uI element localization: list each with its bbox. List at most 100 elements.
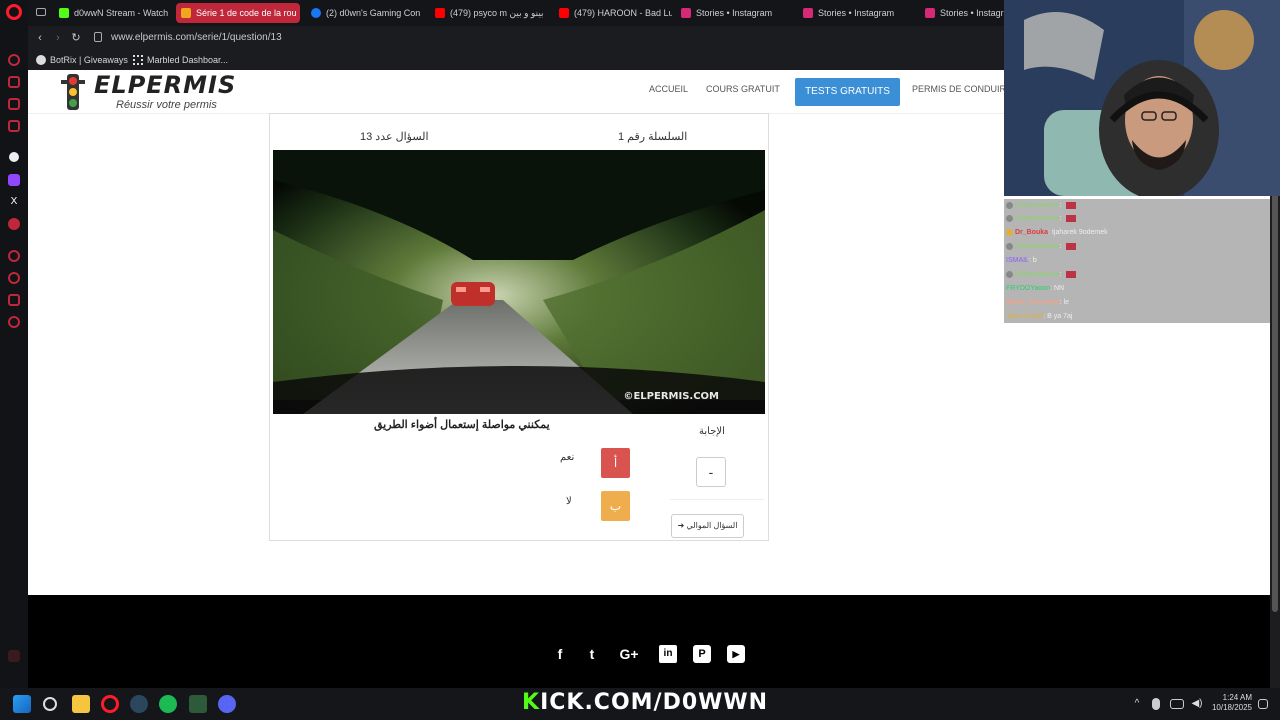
- discord-icon[interactable]: [218, 695, 236, 713]
- steam-icon[interactable]: [130, 695, 148, 713]
- opera-gx-icon[interactable]: [101, 695, 119, 713]
- desktop-screen: X d0wwN Stream - Watch Série 1 de code d…: [0, 0, 1280, 720]
- chevron-up-icon[interactable]: ^: [1128, 695, 1146, 713]
- opera-sidebar: X: [0, 0, 28, 688]
- forward-icon[interactable]: ›: [50, 30, 66, 46]
- facebook-icon[interactable]: f: [551, 645, 569, 663]
- kick-k-letter: K: [522, 690, 541, 715]
- bookmark-label: BotRix | Giveaways: [50, 55, 128, 65]
- twitter-icon[interactable]: t: [583, 645, 601, 663]
- next-question-label: السؤال الموالي: [686, 521, 738, 530]
- tab-instagram-2[interactable]: Stories • Instagram: [798, 3, 916, 23]
- user-badge-icon: [1006, 214, 1013, 222]
- tab-label: (2) d0wn's Gaming Con: [326, 8, 421, 18]
- option-a-button[interactable]: أ: [601, 448, 630, 478]
- emote-icon: [1066, 270, 1077, 278]
- pinboard-icon[interactable]: [8, 294, 20, 306]
- chat-message: chikampawlou:: [1006, 268, 1077, 281]
- chat-text: b: [1032, 257, 1037, 264]
- image-watermark: ©ELPERMIS.COM: [623, 391, 719, 402]
- botrix-icon: [36, 55, 46, 65]
- settings-icon[interactable]: [8, 316, 20, 328]
- opera-logo-icon[interactable]: [6, 4, 22, 20]
- youtube-music-icon[interactable]: [8, 218, 20, 230]
- reload-icon[interactable]: ↻: [68, 30, 84, 46]
- tab-facebook[interactable]: (2) d0wn's Gaming Con: [306, 3, 424, 23]
- tab-label: Stories • Instagra: [940, 8, 1004, 18]
- volume-icon[interactable]: ◀): [1188, 695, 1206, 713]
- google-plus-icon[interactable]: G+: [617, 645, 641, 663]
- tab-instagram-1[interactable]: Stories • Instagram: [676, 3, 794, 23]
- clock-time: 1:24 AM: [1222, 693, 1252, 702]
- tab-instagram-3[interactable]: Stories • Instagra: [920, 3, 1004, 23]
- tab-youtube-2[interactable]: (479) HAROON - Bad Lu: [554, 3, 672, 23]
- chat-message: chikampawlou:: [1006, 212, 1077, 225]
- search-icon[interactable]: [43, 697, 57, 711]
- question-image: ©ELPERMIS.COM: [273, 150, 765, 414]
- chat-message: YpaLm7aarl: B ya 7aj: [1006, 313, 1073, 320]
- file-explorer-icon[interactable]: [72, 695, 90, 713]
- question-text: يمكنني مواصلة إستعمال أضواء الطريق: [374, 419, 550, 431]
- network-icon[interactable]: [1170, 699, 1184, 709]
- twitch-icon[interactable]: [8, 174, 20, 186]
- ai-assistant-icon[interactable]: [9, 152, 19, 162]
- chat-username: chikampawlou: [1015, 271, 1060, 278]
- nav-cours-gratuit[interactable]: COURS GRATUIT: [706, 84, 780, 94]
- divider: [670, 499, 764, 500]
- tab-label: (479) HAROON - Bad Lu: [574, 8, 672, 18]
- chat-username: chikampawlou: [1015, 243, 1060, 250]
- traffic-light-icon: [181, 8, 191, 18]
- youtube-icon[interactable]: ▶: [727, 645, 745, 663]
- tab-kick-stream[interactable]: d0wwN Stream - Watch: [54, 3, 172, 23]
- bookmark-marbled[interactable]: Marbled Dashboar...: [133, 53, 228, 67]
- series-number: السلسلة رقم 1: [618, 131, 688, 143]
- user-badge-icon: [1006, 242, 1013, 250]
- site-logo[interactable]: ELPERMIS: [94, 71, 236, 99]
- site-footer: f t G+ in P ▶: [28, 595, 1270, 688]
- nav-accueil[interactable]: ACCUEIL: [649, 84, 688, 94]
- night-road-illustration: [273, 150, 765, 414]
- arrow-right-circle-icon: ➜: [677, 521, 687, 530]
- url-field[interactable]: www.elpermis.com/serie/1/question/13: [111, 32, 282, 43]
- chat-text: B ya 7aj: [1047, 313, 1073, 320]
- tab-label: Stories • Instagram: [696, 8, 773, 18]
- messenger-icon[interactable]: [8, 120, 20, 132]
- notification-icon[interactable]: [1258, 699, 1268, 709]
- quiz-card: السؤال عدد 13 السلسلة رقم 1 ©ELPERMIS.CO…: [269, 113, 769, 541]
- traffic-light-logo-icon[interactable]: [58, 72, 88, 112]
- nav-tests-gratuits[interactable]: TESTS GRATUITS: [795, 78, 900, 106]
- clock-icon[interactable]: [8, 250, 20, 262]
- linkedin-icon[interactable]: in: [659, 645, 677, 663]
- tab-youtube-1[interactable]: (479) psyco m بينو و بين: [430, 3, 548, 23]
- system-clock[interactable]: 1:24 AM 10/18/2025: [1212, 693, 1252, 713]
- spotify-icon[interactable]: [159, 695, 177, 713]
- grid-icon: [133, 55, 143, 65]
- recent-icon[interactable]: [8, 272, 20, 284]
- windows-start-icon[interactable]: [13, 695, 31, 713]
- nav-permis-de-conduire[interactable]: PERMIS DE CONDUIRE: [912, 84, 1012, 94]
- windows-taskbar: KICK.COM/D0WWN ^ ◀) 1:24 AM 10/18/2025: [0, 688, 1280, 720]
- next-question-button[interactable]: ➜ السؤال الموالي: [671, 514, 744, 538]
- chat-username: Alpha_Chernobyl: [1006, 299, 1060, 306]
- tab-elpermis[interactable]: Série 1 de code de la rou: [176, 3, 300, 23]
- option-a-label: نعم: [560, 452, 575, 463]
- back-icon[interactable]: ‹: [32, 30, 48, 46]
- pinterest-icon[interactable]: P: [693, 645, 711, 663]
- option-b-button[interactable]: ب: [601, 491, 630, 521]
- chat-username: chikampawlou: [1015, 215, 1060, 222]
- history-icon[interactable]: [8, 54, 20, 66]
- extensions-icon[interactable]: [8, 76, 20, 88]
- stream-chat-overlay: chikampawlou: chikampawlou: Dr_Bouka: tj…: [1004, 199, 1270, 323]
- user-badge-icon: [1006, 228, 1013, 236]
- microphone-icon[interactable]: [1152, 698, 1160, 710]
- x-icon[interactable]: X: [8, 196, 20, 208]
- kick-url-text: ICK.COM/D0WWN: [540, 690, 769, 715]
- tab-overview-icon[interactable]: [36, 8, 46, 16]
- gx-icon[interactable]: [8, 650, 20, 662]
- bookmark-botrix[interactable]: BotRix | Giveaways: [36, 53, 128, 67]
- excel-icon[interactable]: [189, 695, 207, 713]
- answer-label: الإجابة: [699, 426, 725, 437]
- clock-date: 10/18/2025: [1211, 703, 1252, 712]
- answer-box: -: [696, 457, 726, 487]
- wallet-icon[interactable]: [8, 98, 20, 110]
